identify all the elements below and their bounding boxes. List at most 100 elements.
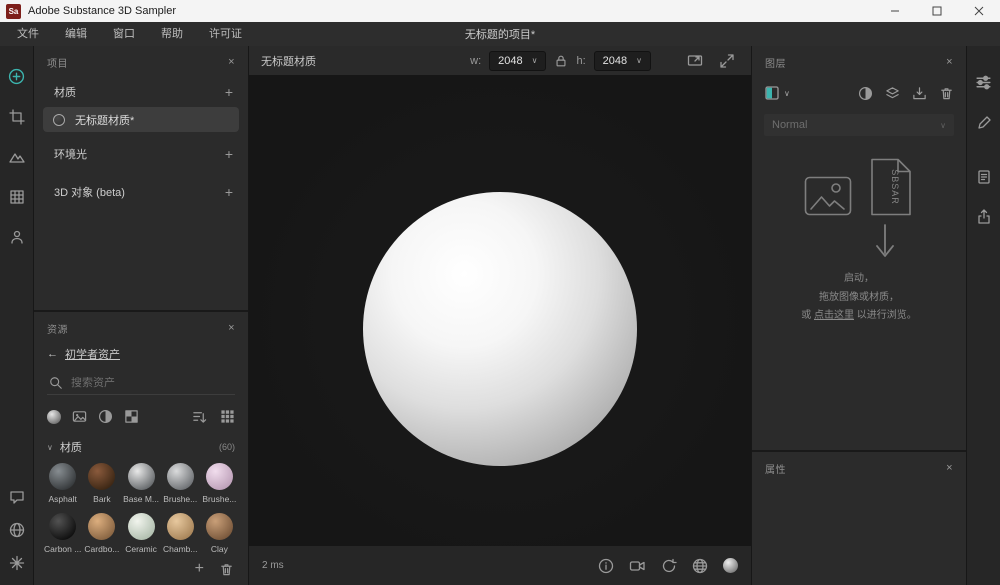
pencil-icon[interactable]: [976, 115, 992, 131]
starter-assets-link[interactable]: 初学者资产: [65, 346, 120, 362]
objects-section-header: 3D 对象 (beta) +: [34, 178, 248, 206]
material-preview-sphere: [88, 463, 115, 490]
material-thumbnail[interactable]: Brushe...: [201, 463, 238, 504]
width-dropdown[interactable]: 2048 ∨: [489, 51, 546, 71]
menu-license[interactable]: 许可证: [196, 22, 255, 46]
empty-line-3-prefix: 或: [801, 310, 814, 321]
material-sphere-icon: [53, 114, 65, 126]
empty-state-text: 启动， 拖放图像或材质， 或 点击这里 以进行浏览。: [801, 270, 917, 326]
lock-icon[interactable]: [554, 54, 568, 68]
material-thumbnail[interactable]: Base M...: [122, 463, 159, 504]
grid-view-icon[interactable]: [220, 409, 235, 424]
material-thumbnail[interactable]: Chamb...: [162, 513, 199, 554]
share-icon[interactable]: [976, 209, 992, 225]
environment-section-header: 环境光 +: [34, 140, 248, 168]
browse-link[interactable]: 点击这里: [814, 310, 854, 321]
trash-icon[interactable]: [939, 86, 954, 101]
left-toolbar: [0, 46, 33, 585]
project-close-icon[interactable]: ×: [228, 56, 235, 68]
materials-category-row[interactable]: ∨ 材质 (60): [34, 430, 248, 457]
viewport-actions: [687, 53, 735, 69]
person-icon[interactable]: [9, 229, 25, 245]
menu-file[interactable]: 文件: [4, 22, 52, 46]
chat-icon[interactable]: [9, 489, 25, 505]
selected-material-row[interactable]: 无标题材质*: [43, 107, 239, 132]
environment-sphere-icon[interactable]: [723, 558, 738, 573]
sort-icon[interactable]: [192, 409, 207, 424]
close-button[interactable]: [958, 0, 1000, 22]
maximize-button[interactable]: [916, 0, 958, 22]
layers-panel: 图层 × ∨ Normal: [752, 46, 966, 450]
material-thumbnail[interactable]: Asphalt: [44, 463, 81, 504]
menu-help[interactable]: 帮助: [148, 22, 196, 46]
add-environment-button[interactable]: +: [225, 146, 233, 162]
layers-panel-header: 图层 ×: [752, 46, 966, 78]
menu-edit[interactable]: 编辑: [52, 22, 100, 46]
notes-icon[interactable]: [976, 169, 992, 185]
layer-type-toggle[interactable]: ∨: [764, 85, 790, 101]
menu-window[interactable]: 窗口: [100, 22, 148, 46]
snowflake-icon[interactable]: [9, 555, 25, 571]
viewport-header: 无标题材质 w: 2048 ∨ h: 2048 ∨: [249, 46, 751, 75]
info-icon[interactable]: [598, 558, 614, 574]
viewport: 无标题材质 w: 2048 ∨ h: 2048 ∨: [249, 46, 751, 585]
layers-toolbar: ∨: [752, 78, 966, 106]
project-panel: 项目 × 材质 + 无标题材质* 环境光 + 3D 对象 (beta) +: [34, 46, 248, 310]
empty-line-2: 拖放图像或材质，: [801, 289, 917, 308]
crop-icon[interactable]: [9, 109, 25, 125]
display-mode-icon[interactable]: [687, 53, 703, 69]
globe-grid-icon[interactable]: [692, 558, 708, 574]
minimize-button[interactable]: [874, 0, 916, 22]
3d-canvas[interactable]: [249, 75, 751, 546]
add-object-button[interactable]: +: [225, 184, 233, 200]
material-preview-sphere: [167, 463, 194, 490]
image-filter-icon[interactable]: [72, 409, 87, 424]
document-title: 无标题的项目*: [465, 26, 535, 42]
import-icon[interactable]: [912, 86, 927, 101]
properties-panel: 属性 ×: [752, 450, 966, 585]
material-name: Cardbo...: [84, 544, 119, 554]
layers-empty-state: SBSAR 启动， 拖放图像或材质， 或 点击这里 以进行浏览。: [752, 158, 966, 326]
sync-icon[interactable]: [661, 558, 677, 574]
resources-close-icon[interactable]: ×: [228, 322, 235, 334]
material-preview-sphere-3d[interactable]: [363, 192, 637, 466]
globe-icon[interactable]: [9, 522, 25, 538]
properties-close-icon[interactable]: ×: [946, 462, 953, 474]
layers-stack-icon[interactable]: [885, 86, 900, 101]
material-thumbnail[interactable]: Clay: [201, 513, 238, 554]
back-arrow-icon[interactable]: ←: [47, 348, 58, 360]
add-asset-icon[interactable]: [8, 68, 25, 85]
material-preview-sphere: [49, 463, 76, 490]
material-thumbnail[interactable]: Cardbo...: [83, 513, 120, 554]
half-circle-filter-icon[interactable]: [98, 409, 113, 424]
material-thumbnail[interactable]: Brushe...: [162, 463, 199, 504]
empty-line-3: 或 点击这里 以进行浏览。: [801, 307, 917, 326]
checker-filter-icon[interactable]: [124, 409, 139, 424]
chevron-down-icon: ∨: [940, 121, 946, 130]
grid-tool-icon[interactable]: [9, 189, 25, 205]
resources-panel: 资源 × ← 初学者资产: [34, 310, 248, 585]
expand-icon[interactable]: [719, 53, 735, 69]
layers-close-icon[interactable]: ×: [946, 56, 953, 68]
add-material-button[interactable]: +: [225, 84, 233, 100]
properties-panel-header: 属性 ×: [752, 452, 966, 484]
camera-icon[interactable]: [629, 558, 646, 574]
sliders-icon[interactable]: [975, 74, 992, 91]
material-filter-icon[interactable]: [47, 410, 61, 424]
material-thumbnail[interactable]: Carbon ...: [44, 513, 81, 554]
add-resource-button[interactable]: +: [195, 560, 204, 578]
materials-grid: Asphalt Bark Base M... Brushe... Brushe.…: [34, 457, 248, 554]
blend-mode-select[interactable]: Normal ∨: [764, 114, 954, 136]
drop-arrow-icon: [874, 224, 896, 258]
trash-icon[interactable]: [219, 562, 234, 577]
app-title: Adobe Substance 3D Sampler: [28, 5, 176, 17]
mountain-icon[interactable]: [9, 149, 25, 165]
contrast-icon[interactable]: [858, 86, 873, 101]
material-thumbnail[interactable]: Bark: [83, 463, 120, 504]
height-dropdown[interactable]: 2048 ∨: [594, 51, 651, 71]
sbsar-badge: SBSAR: [890, 169, 900, 205]
asset-search-input[interactable]: [71, 377, 221, 389]
selected-material-name: 无标题材质*: [75, 112, 134, 128]
asset-search-box[interactable]: [47, 372, 235, 395]
material-thumbnail[interactable]: Ceramic: [122, 513, 159, 554]
